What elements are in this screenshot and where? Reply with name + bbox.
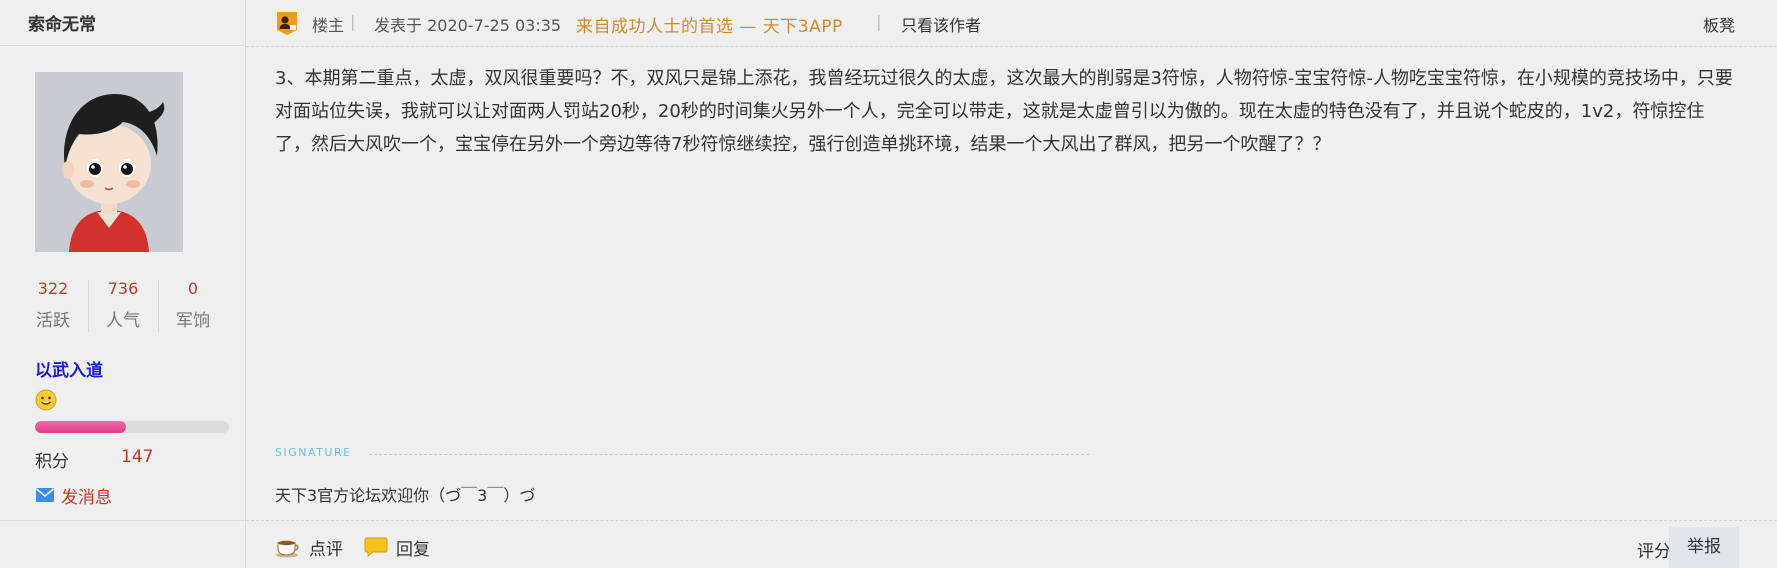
stat-popularity[interactable]: 736 人气 xyxy=(88,278,158,334)
speech-bubble-icon xyxy=(364,537,388,558)
send-message-link[interactable]: 发消息 xyxy=(35,484,112,508)
signature-divider: SIGNATURE xyxy=(275,446,1090,466)
post-main: 楼主 | 发表于 2020-7-25 03:35 来自成功人士的首选 — 天下3… xyxy=(246,0,1777,568)
stat-activity[interactable]: 322 活跃 xyxy=(18,278,88,334)
points-label: 积分 xyxy=(35,452,69,472)
stat-pay-value: 0 xyxy=(187,279,199,298)
comment-button[interactable]: 点评 xyxy=(275,534,343,560)
stat-pay[interactable]: 0 军饷 xyxy=(158,278,228,334)
author-username[interactable]: 索命无常 xyxy=(28,10,96,35)
stat-activity-label: 活跃 xyxy=(36,311,70,331)
coffee-cup-icon xyxy=(276,540,299,558)
level-progress-fill xyxy=(35,421,127,433)
send-message-label: 发消息 xyxy=(61,487,112,508)
stat-popularity-label: 人气 xyxy=(106,311,140,331)
reply-button[interactable]: 回复 xyxy=(364,534,430,560)
signature-label: SIGNATURE xyxy=(275,446,352,459)
app-promo-link[interactable]: 来自成功人士的首选 — 天下3APP xyxy=(576,12,843,37)
post-header: 楼主 | 发表于 2020-7-25 03:35 来自成功人士的首选 — 天下3… xyxy=(246,0,1777,47)
report-button[interactable]: 举报 xyxy=(1669,527,1739,568)
author-stats: 322 活跃 736 人气 0 军饷 xyxy=(18,278,228,336)
signature-text: 天下3官方论坛欢迎你（づ￣3￣）づ xyxy=(275,486,536,505)
smiley-rank-icon xyxy=(35,389,57,411)
envelope-icon xyxy=(35,488,55,502)
stat-activity-value: 322 xyxy=(37,279,69,298)
original-poster-icon xyxy=(275,10,299,36)
points-value: 147 xyxy=(121,447,154,467)
comment-label: 点评 xyxy=(309,539,343,560)
divider xyxy=(0,520,245,521)
header-separator: | xyxy=(350,12,356,31)
signature-rule xyxy=(369,454,1089,455)
stat-popularity-value: 736 xyxy=(107,279,139,298)
post-timestamp: 发表于 2020-7-25 03:35 xyxy=(374,16,562,35)
reply-label: 回复 xyxy=(396,539,430,560)
author-sidebar: 索命无常 322 活跃 736 人气 0 军饷 以武入道 积分 147 发消息 xyxy=(0,0,246,568)
avatar[interactable] xyxy=(35,72,183,252)
level-progress-bar xyxy=(35,421,229,433)
floor-number[interactable]: 板凳 xyxy=(1703,12,1735,36)
rate-button[interactable]: 评分 xyxy=(1637,537,1671,562)
stat-pay-label: 军饷 xyxy=(176,311,210,331)
footer-divider xyxy=(246,520,1777,521)
view-author-only-link[interactable]: 只看该作者 xyxy=(901,12,981,36)
forum-post: 索命无常 322 活跃 736 人气 0 军饷 以武入道 积分 147 发消息 … xyxy=(0,0,1777,568)
header-separator: | xyxy=(876,12,882,31)
original-poster-label: 楼主 xyxy=(312,16,345,35)
avatar-image xyxy=(35,72,183,252)
divider xyxy=(0,45,245,46)
rank-title[interactable]: 以武入道 xyxy=(35,356,103,381)
post-content: 3、本期第二重点，太虚，双风很重要吗？不，双风只是锦上添花，我曾经玩过很久的太虚… xyxy=(275,68,1733,155)
